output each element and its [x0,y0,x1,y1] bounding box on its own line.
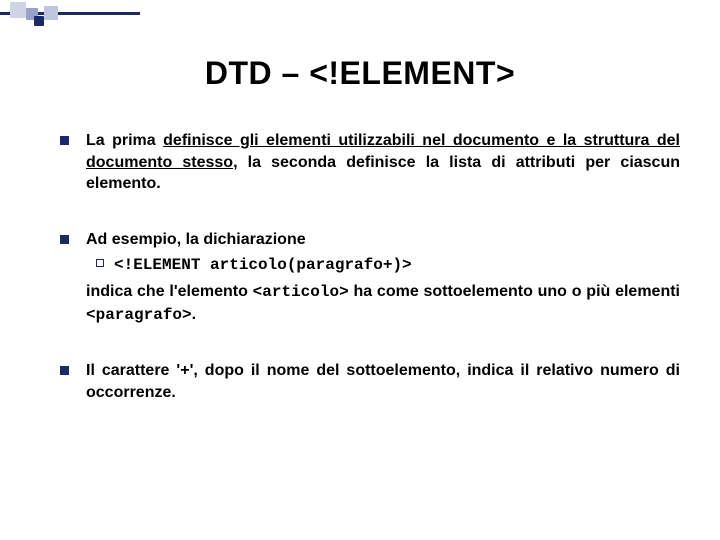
text: indica che l'elemento [86,283,253,300]
code-inline: <paragrafo> [86,306,192,324]
slide-body: La prima definisce gli elementi utilizza… [60,130,680,437]
slide: DTD – <!ELEMENT> La prima definisce gli … [0,0,720,540]
text: Il carattere '+', dopo il nome del sotto… [86,362,680,401]
bullet-3: Il carattere '+', dopo il nome del sotto… [60,360,680,403]
text: La prima [86,132,163,149]
text: ha come sottoelemento uno o più elementi [349,283,680,300]
text: . [192,306,196,323]
corner-decoration [0,2,140,36]
slide-title: DTD – <!ELEMENT> [0,55,720,92]
text: indica che l'elemento <articolo> ha come… [86,283,680,323]
text: Ad esempio, la dichiarazione [86,231,306,248]
bullet-2: Ad esempio, la dichiarazione <!ELEMENT a… [60,229,680,326]
sub-bullet: <!ELEMENT articolo(paragrafo+)> [86,254,680,277]
code-inline: <articolo> [253,283,349,301]
bullet-1: La prima definisce gli elementi utilizza… [60,130,680,195]
code-declaration: <!ELEMENT articolo(paragrafo+)> [114,256,412,274]
